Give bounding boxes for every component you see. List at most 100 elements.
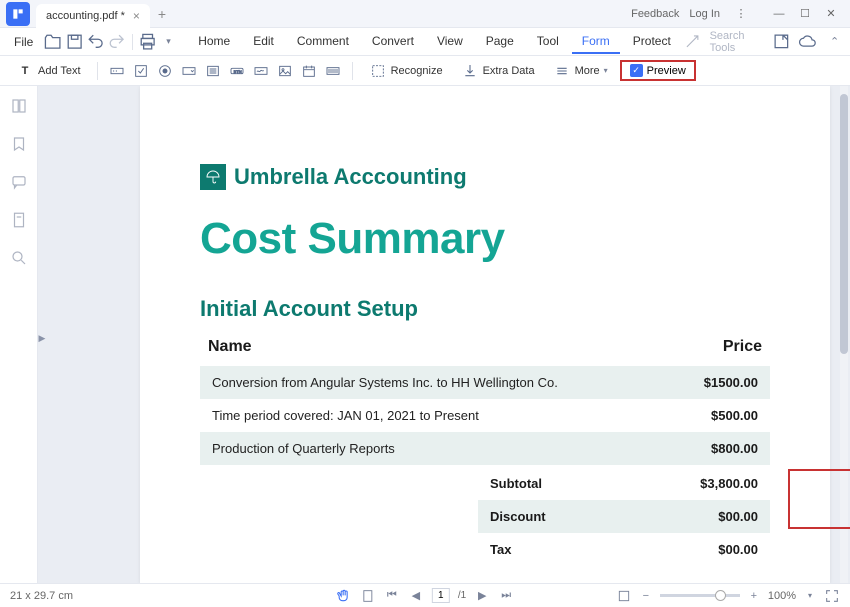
page-total: /1 <box>458 590 466 601</box>
left-sidebar <box>0 86 38 583</box>
tab-page[interactable]: Page <box>476 30 524 54</box>
checkbox-field-icon[interactable] <box>132 62 150 80</box>
extra-data-button[interactable]: Extra Data <box>455 59 541 83</box>
add-tab-button[interactable]: + <box>158 6 166 22</box>
expand-sidebar-handle[interactable]: ▶ <box>38 326 46 350</box>
wand-icon[interactable] <box>683 31 702 53</box>
section-title: Initial Account Setup <box>200 296 770 322</box>
tab-home[interactable]: Home <box>188 30 240 54</box>
bookmark-icon[interactable] <box>9 134 29 154</box>
dropdown-icon[interactable]: ▾ <box>159 31 178 53</box>
preview-button[interactable]: ✓ Preview <box>620 60 696 81</box>
hand-tool-icon[interactable] <box>336 588 352 604</box>
close-icon[interactable]: ✕ <box>820 3 842 25</box>
fit-page-icon[interactable] <box>360 588 376 604</box>
menu-tabs: Home Edit Comment Convert View Page Tool… <box>188 30 681 54</box>
comment-icon[interactable] <box>9 172 29 192</box>
more-button[interactable]: More ▾ <box>547 59 614 83</box>
pdf-page: Umbrella Acccounting Cost Summary Initia… <box>140 86 830 583</box>
row-name: Time period covered: JAN 01, 2021 to Pre… <box>212 408 711 423</box>
extra-data-label: Extra Data <box>483 65 535 77</box>
preview-label: Preview <box>647 65 686 77</box>
tab-view[interactable]: View <box>427 30 473 54</box>
table-row: Production of Quarterly Reports $800.00 <box>200 432 770 465</box>
main-area: ▶ W Umbrella Acccounting Cost Summary In… <box>0 86 850 583</box>
date-field-icon[interactable] <box>300 62 318 80</box>
zoom-thumb[interactable] <box>715 590 726 601</box>
row-price: $500.00 <box>711 408 758 423</box>
redo-icon[interactable] <box>107 31 126 53</box>
image-field-icon[interactable] <box>276 62 294 80</box>
zoom-dropdown-icon[interactable]: ▾ <box>802 588 818 604</box>
scrollbar-thumb[interactable] <box>840 94 848 354</box>
document-tab[interactable]: accounting.pdf * × <box>36 4 150 28</box>
page-number-input[interactable] <box>432 588 450 603</box>
minimize-icon[interactable]: — <box>768 3 790 25</box>
recognize-button[interactable]: Recognize <box>363 59 449 83</box>
more-icon <box>553 62 571 80</box>
row-name: Conversion from Angular Systems Inc. to … <box>212 375 704 390</box>
prev-page-icon[interactable]: ◀ <box>408 588 424 604</box>
summary-row: Tax $00.00 <box>478 533 770 566</box>
attachment-icon[interactable] <box>9 210 29 230</box>
dropdown-field-icon[interactable] <box>180 62 198 80</box>
zoom-in-icon[interactable]: + <box>746 588 762 604</box>
document-title: Cost Summary <box>200 214 770 264</box>
search-icon[interactable] <box>9 248 29 268</box>
table-row: Conversion from Angular Systems Inc. to … <box>200 366 770 399</box>
close-tab-icon[interactable]: × <box>133 9 140 23</box>
row-price: $1500.00 <box>704 375 758 390</box>
fullscreen-icon[interactable] <box>824 588 840 604</box>
extract-icon <box>461 62 479 80</box>
share-icon[interactable] <box>772 31 791 53</box>
tab-tool[interactable]: Tool <box>527 30 569 54</box>
page-dimensions: 21 x 29.7 cm <box>10 590 73 602</box>
zoom-out-icon[interactable]: − <box>638 588 654 604</box>
search-tools[interactable]: Search Tools <box>710 30 764 54</box>
save-icon[interactable] <box>65 31 84 53</box>
tab-comment[interactable]: Comment <box>287 30 359 54</box>
tab-edit[interactable]: Edit <box>243 30 284 54</box>
summary-value: $3,800.00 <box>700 476 758 491</box>
barcode-field-icon[interactable] <box>324 62 342 80</box>
zoom-slider[interactable] <box>660 594 740 597</box>
zoom-level: 100% <box>768 590 796 602</box>
kebab-menu-icon[interactable]: ⋮ <box>730 3 752 25</box>
add-text-button[interactable]: T Add Text <box>10 59 87 83</box>
app-icon <box>6 2 30 26</box>
file-menu[interactable]: File <box>6 31 41 53</box>
form-toolbar: T Add Text BTN Recognize Extra Data More… <box>0 56 850 86</box>
summary-value: $00.00 <box>718 509 758 524</box>
feedback-link[interactable]: Feedback <box>631 8 679 20</box>
table-row: Time period covered: JAN 01, 2021 to Pre… <box>200 399 770 432</box>
print-icon[interactable] <box>138 31 157 53</box>
signature-field-icon[interactable] <box>252 62 270 80</box>
text-field-icon[interactable] <box>108 62 126 80</box>
open-icon[interactable] <box>43 31 62 53</box>
cloud-icon[interactable] <box>798 31 817 53</box>
maximize-icon[interactable]: ☐ <box>794 3 816 25</box>
text-icon: T <box>16 62 34 80</box>
summary-row: Subtotal $3,800.00 <box>478 467 770 500</box>
first-page-icon[interactable]: ⏮ <box>384 588 400 604</box>
view-mode-icon[interactable] <box>616 588 632 604</box>
tab-form[interactable]: Form <box>572 30 620 54</box>
login-link[interactable]: Log In <box>689 8 720 20</box>
summary-row: Discount $00.00 <box>478 500 770 533</box>
button-field-icon[interactable]: BTN <box>228 62 246 80</box>
recognize-icon <box>369 62 387 80</box>
preview-check-icon: ✓ <box>630 64 643 77</box>
statusbar: 21 x 29.7 cm ⏮ ◀ /1 ▶ ⏭ − + 100% ▾ <box>0 583 850 607</box>
collapse-ribbon-icon[interactable]: ⌃ <box>825 31 844 53</box>
next-page-icon[interactable]: ▶ <box>474 588 490 604</box>
undo-icon[interactable] <box>86 31 105 53</box>
thumbnails-icon[interactable] <box>9 96 29 116</box>
list-field-icon[interactable] <box>204 62 222 80</box>
radio-field-icon[interactable] <box>156 62 174 80</box>
brand-row: Umbrella Acccounting <box>200 164 770 190</box>
tab-convert[interactable]: Convert <box>362 30 424 54</box>
summary-label: Discount <box>490 509 718 524</box>
last-page-icon[interactable]: ⏭ <box>498 588 514 604</box>
tab-protect[interactable]: Protect <box>623 30 681 54</box>
document-canvas: ▶ W Umbrella Acccounting Cost Summary In… <box>38 86 850 583</box>
